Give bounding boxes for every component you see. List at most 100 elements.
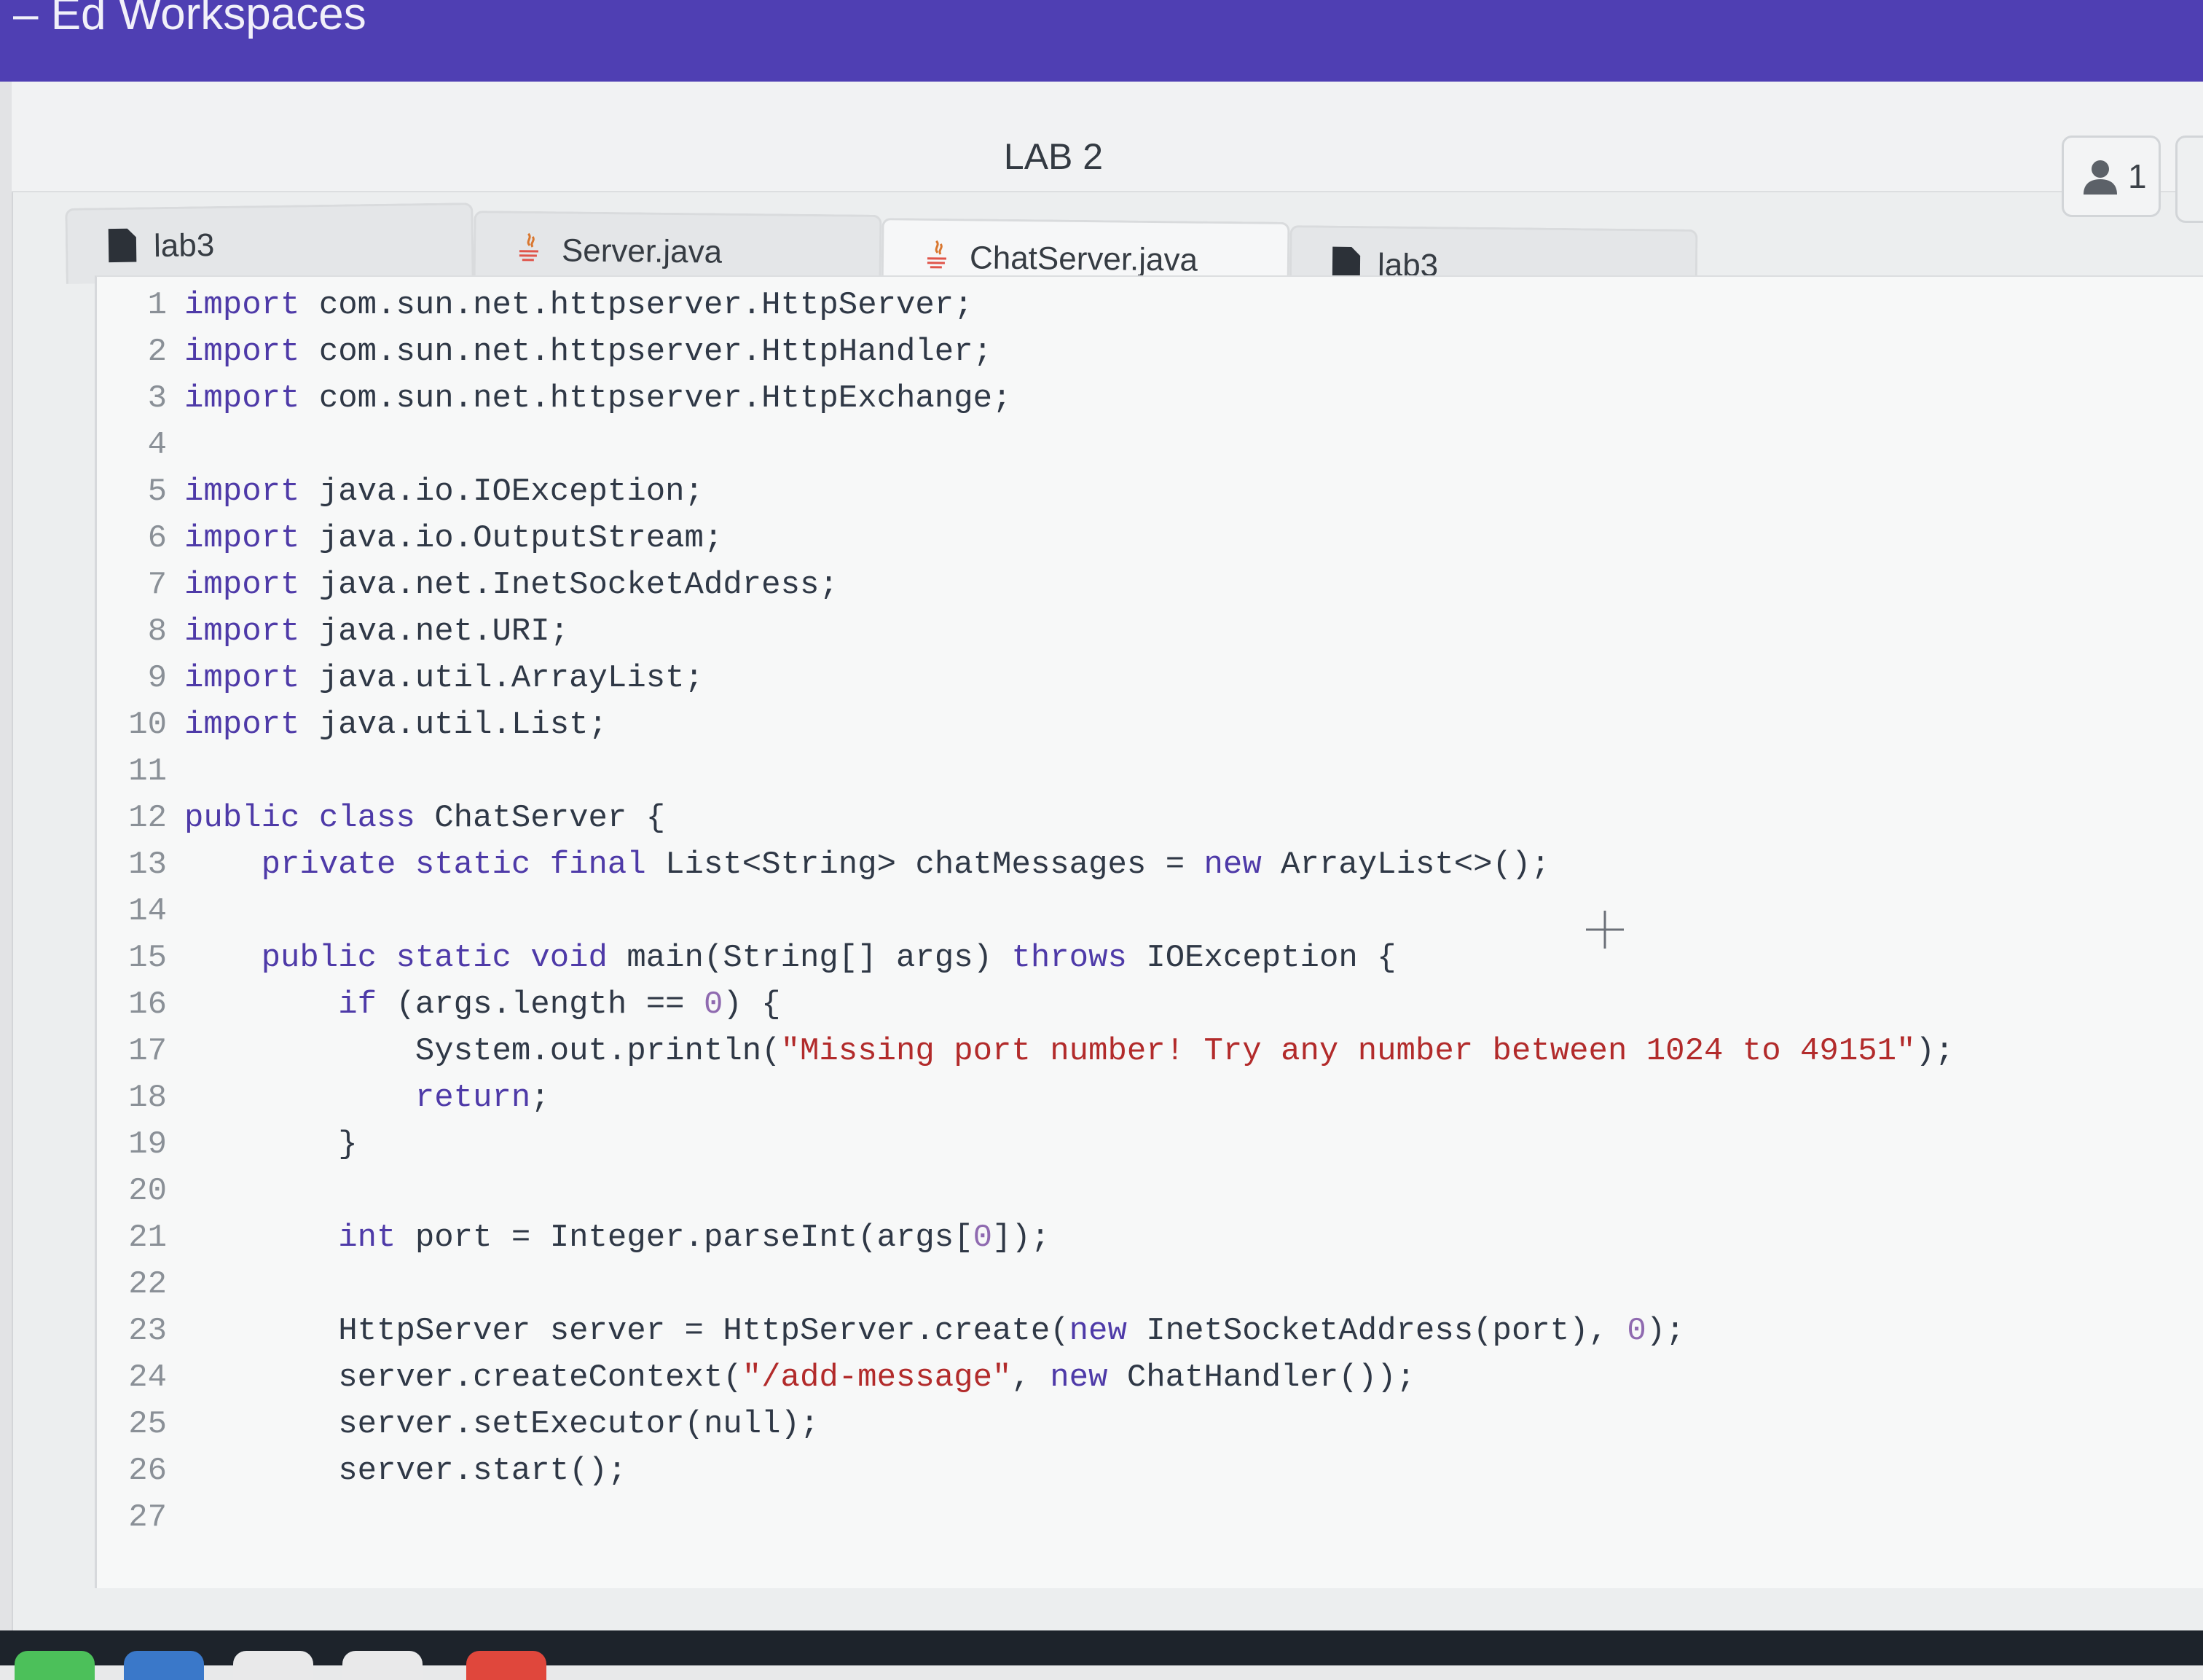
- tab-lab3[interactable]: lab3: [65, 203, 474, 284]
- code-token: .: [530, 334, 550, 370]
- code-line[interactable]: 6 import java.io.OutputStream;: [97, 516, 2203, 561]
- dock-app-light[interactable]: [233, 1651, 313, 1680]
- code-token: .: [915, 1313, 935, 1349]
- code-token: httpserver: [549, 334, 742, 370]
- editor-tabs: lab3 Server.java ChatServer.java lab3: [65, 203, 2178, 305]
- code-keyword-token: private: [261, 847, 396, 883]
- line-number: 8: [147, 613, 167, 650]
- code-token: sun: [396, 287, 454, 323]
- code-token: (: [761, 1033, 781, 1069]
- code-token: (: [703, 940, 723, 976]
- code-token: createContext: [473, 1359, 723, 1396]
- toolbar-button-edge[interactable]: [2175, 136, 2203, 223]
- code-token: args: [876, 1220, 954, 1256]
- code-line[interactable]: 24 server.createContext("/add-message", …: [97, 1355, 2203, 1400]
- tab-label: lab3: [153, 227, 215, 264]
- code-line[interactable]: 8 import java.net.URI;: [97, 609, 2203, 654]
- code-token: util: [415, 660, 492, 696]
- code-number-token: 0: [1627, 1313, 1646, 1349]
- code-token: ;: [549, 613, 570, 650]
- code-token: ChatHandler: [1126, 1359, 1339, 1396]
- code-line[interactable]: 27: [97, 1495, 2203, 1540]
- code-keyword-token: public: [184, 800, 300, 836]
- code-line[interactable]: 12 public class ChatServer {: [97, 796, 2203, 841]
- code-line[interactable]: 20: [97, 1169, 2203, 1214]
- code-token: Integer: [549, 1220, 685, 1256]
- code-line[interactable]: 17 System.out.println("Missing port numb…: [97, 1029, 2203, 1074]
- dock-app-blue[interactable]: [124, 1651, 204, 1680]
- code-token: .: [742, 287, 762, 323]
- code-token: ();: [569, 1453, 627, 1489]
- code-keyword-token: new: [1050, 1359, 1108, 1396]
- code-line[interactable]: 5 import java.io.IOException;: [97, 469, 2203, 514]
- code-line[interactable]: 13 private static final List<String> cha…: [97, 842, 2203, 887]
- code-token: java: [318, 707, 396, 743]
- code-token: sun: [396, 380, 454, 417]
- java-icon: [519, 232, 538, 262]
- code-line[interactable]: 4: [97, 423, 2203, 468]
- line-number: 6: [147, 520, 167, 557]
- code-token: HttpServer: [338, 1313, 531, 1349]
- code-token: .: [453, 1453, 474, 1489]
- code-token: HttpServer: [723, 1313, 916, 1349]
- line-code: System.out.println("Missing port number!…: [184, 1029, 1954, 1074]
- code-token: net: [473, 380, 531, 417]
- code-keyword-token: final: [549, 847, 646, 883]
- code-line[interactable]: 19 }: [97, 1122, 2203, 1167]
- dock-app-light-2[interactable]: [342, 1651, 423, 1680]
- code-line[interactable]: 21 int port = Integer.parseInt(args[0]);: [97, 1215, 2203, 1260]
- code-token: httpserver: [549, 380, 742, 417]
- code-token: .: [492, 707, 511, 743]
- code-token: ) {: [723, 986, 781, 1023]
- code-line[interactable]: 15 public static void main(String[] args…: [97, 935, 2203, 981]
- code-line[interactable]: 3 import com.sun.net.httpserver.HttpExcha…: [97, 376, 2203, 421]
- code-line[interactable]: 25 server.setExecutor(null);: [97, 1402, 2203, 1447]
- code-token: []: [838, 940, 897, 976]
- dock-app-red[interactable]: [466, 1651, 546, 1680]
- code-token: .: [396, 660, 415, 696]
- line-number: 10: [128, 707, 167, 743]
- code-token: .: [473, 567, 492, 603]
- code-line[interactable]: 22: [97, 1262, 2203, 1307]
- code-line[interactable]: 11: [97, 749, 2203, 794]
- code-line[interactable]: 7 import java.net.InetSocketAddress;: [97, 562, 2203, 608]
- code-string-token: "/add-message": [742, 1359, 1012, 1396]
- code-line[interactable]: 10 import java.util.List;: [97, 702, 2203, 747]
- code-token: (: [1050, 1313, 1069, 1349]
- line-code: if (args.length == 0) {: [184, 982, 781, 1027]
- code-token: .: [377, 334, 396, 370]
- dock-app-green[interactable]: [15, 1651, 95, 1680]
- code-token: ;: [973, 334, 993, 370]
- code-line[interactable]: 23 HttpServer server = HttpServer.create…: [97, 1308, 2203, 1354]
- code-token: IOException: [1146, 940, 1358, 976]
- code-token: List: [665, 847, 742, 883]
- code-token: server: [338, 1406, 454, 1442]
- code-line[interactable]: 9 import java.util.ArrayList;: [97, 656, 2203, 701]
- code-token: .: [530, 287, 550, 323]
- code-editor[interactable]: 1 import com.sun.net.httpserver.HttpServe…: [95, 275, 2203, 1588]
- code-line[interactable]: 14: [97, 889, 2203, 934]
- app-title: – Ed Workspaces: [13, 0, 366, 39]
- code-line[interactable]: 2 import com.sun.net.httpserver.HttpHandl…: [97, 329, 2203, 374]
- code-token: <>();: [1453, 847, 1550, 883]
- code-token: com: [318, 380, 377, 417]
- line-code: import java.net.InetSocketAddress;: [184, 562, 839, 608]
- code-line[interactable]: 16 if (args.length == 0) {: [97, 982, 2203, 1027]
- line-number: 23: [128, 1313, 167, 1349]
- code-token: .: [453, 1406, 474, 1442]
- code-line[interactable]: 18 return;: [97, 1075, 2203, 1120]
- line-code: import java.io.IOException;: [184, 469, 704, 514]
- code-line[interactable]: 1 import com.sun.net.httpserver.HttpServe…: [97, 283, 2203, 328]
- code-token: util: [415, 707, 492, 743]
- code-line[interactable]: 26 server.start();: [97, 1448, 2203, 1493]
- line-number: 16: [128, 986, 167, 1023]
- code-token: =: [1146, 847, 1204, 883]
- code-token: .: [396, 707, 415, 743]
- code-token: java: [318, 660, 396, 696]
- code-token: setExecutor: [473, 1406, 685, 1442]
- code-token: String: [723, 940, 839, 976]
